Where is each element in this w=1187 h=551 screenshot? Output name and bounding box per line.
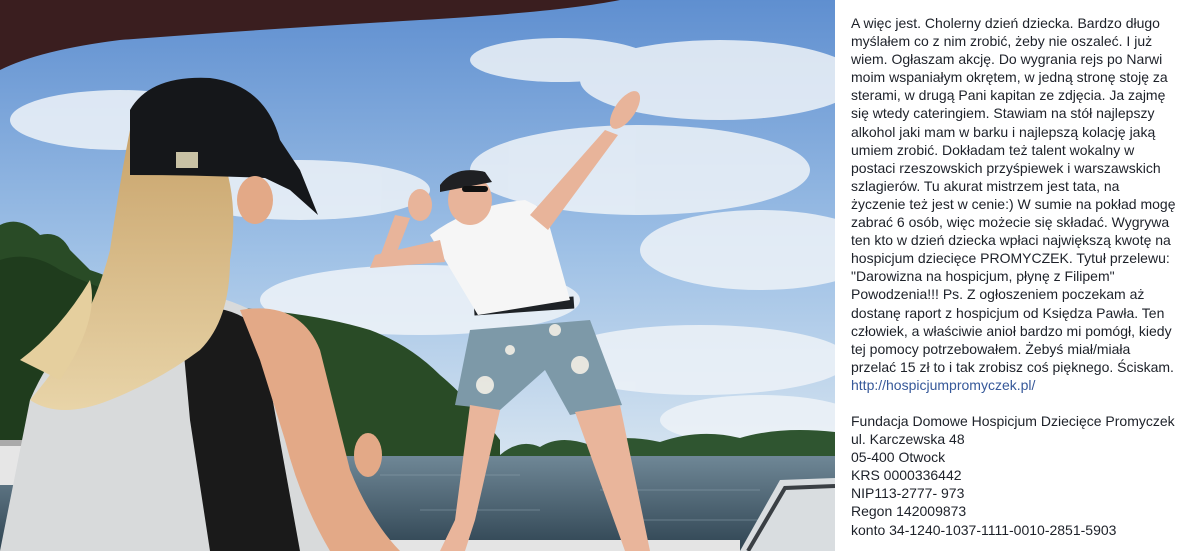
address-line: ul. Karczewska 48 bbox=[851, 431, 965, 448]
post-body: A więc jest. Cholerny dzień dziecka. Bar… bbox=[851, 14, 1177, 394]
address-line: konto 34-1240-1037-1111-0010-2851-5903 bbox=[851, 521, 1117, 538]
post-link[interactable]: http://hospicjumpromyczek.pl/ bbox=[851, 377, 1035, 393]
photo-image bbox=[0, 0, 835, 551]
address-line: KRS 0000336442 bbox=[851, 467, 962, 484]
post-container: A więc jest. Cholerny dzień dziecka. Bar… bbox=[0, 0, 1187, 551]
post-text: A więc jest. Cholerny dzień dziecka. Bar… bbox=[851, 15, 1176, 375]
post-text-panel: A więc jest. Cholerny dzień dziecka. Bar… bbox=[835, 0, 1187, 551]
address-line: Regon 142009873 bbox=[851, 503, 967, 520]
address-line: Fundacja Domowe Hospicjum Dziecięce Prom… bbox=[851, 412, 1175, 429]
address-block: Fundacja Domowe Hospicjum Dziecięce Prom… bbox=[851, 412, 1177, 539]
address-line: NIP113-2777- 973 bbox=[851, 485, 965, 502]
address-line: 05-400 Otwock bbox=[851, 449, 946, 466]
post-photo[interactable] bbox=[0, 0, 835, 551]
